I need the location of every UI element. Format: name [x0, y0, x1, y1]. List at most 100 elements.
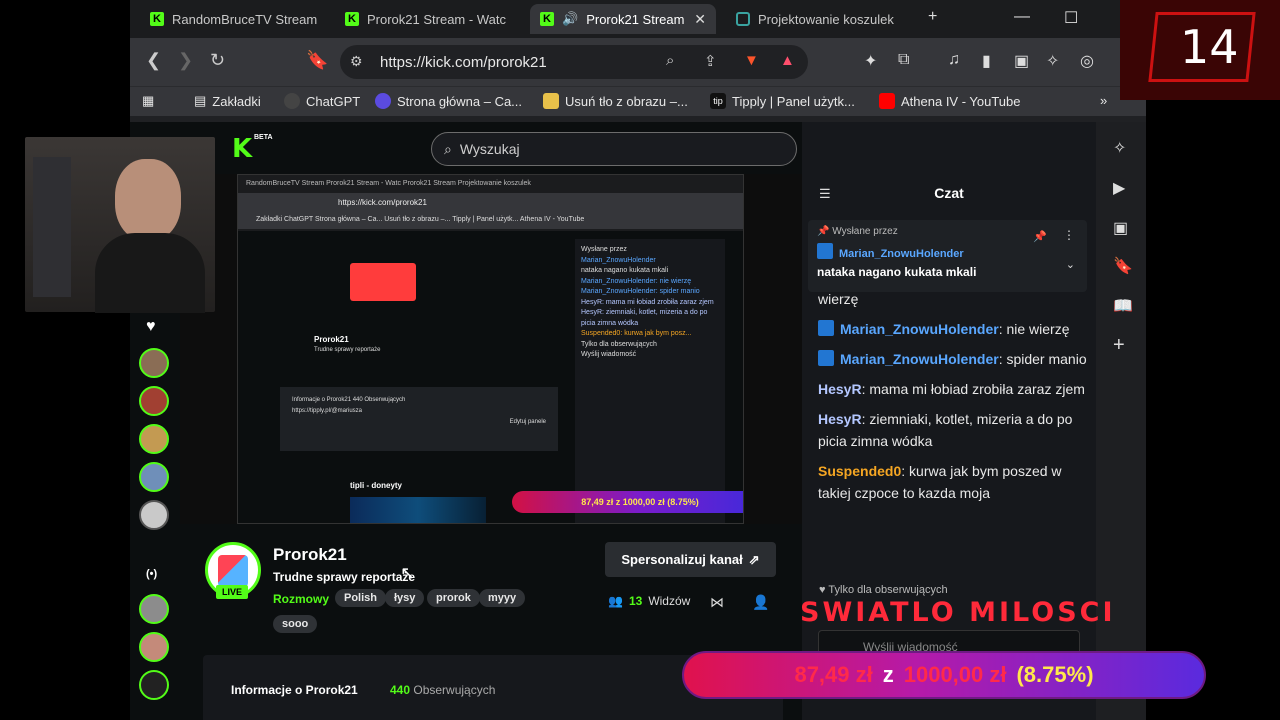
bookmark-removebg[interactable]: Usuń tło z obrazu –...: [543, 93, 688, 109]
stream-content: RandomBruceTV Stream Prorok21 Stream - W…: [237, 174, 744, 524]
inner-edit-panels: Edytuj panele: [509, 418, 546, 425]
category-link[interactable]: Rozmowy: [273, 592, 329, 606]
screenshot-icon[interactable]: ⧉: [898, 51, 909, 69]
inner-chat-line: nataka nagano kukata mkali: [581, 267, 669, 274]
tab-prorok-active[interactable]: K 🔊 Prorok21 Stream ✕: [530, 4, 716, 34]
inner-tipli-image: [350, 497, 486, 523]
inner-link: https://tipply.pl/@mariusza: [292, 407, 363, 414]
inner-goal-bar: 87,49 zł z 1000,00 zł (8.75%): [512, 491, 743, 513]
leo-icon[interactable]: ✧: [1046, 51, 1059, 71]
tab-koszulki[interactable]: Projektowanie koszulek: [726, 4, 906, 34]
site-settings-icon[interactable]: ⚙: [350, 53, 363, 70]
shirt-icon: [736, 12, 750, 26]
inner-about: Informacje o Prorok21 440 Obserwujących: [292, 397, 406, 403]
tag-chip[interactable]: łysy: [385, 589, 425, 607]
share-icon[interactable]: ⇪: [704, 52, 717, 70]
forward-icon[interactable]: ❯: [178, 50, 193, 71]
sponsor-channel-button[interactable]: Spersonalizuj kanał ⇗: [605, 542, 776, 577]
bookmark-youtube[interactable]: Athena IV - YouTube: [879, 93, 1021, 109]
followed-channel-avatar[interactable]: [139, 424, 169, 454]
back-icon[interactable]: ❮: [146, 50, 161, 71]
reload-icon[interactable]: ↻: [210, 50, 225, 71]
more-options-icon[interactable]: ⋮: [1063, 228, 1075, 242]
followers-number: 440: [390, 683, 411, 697]
tag-chip[interactable]: Polish: [335, 589, 387, 607]
reading-list-icon[interactable]: 📖: [1113, 296, 1133, 316]
pinned-author[interactable]: Marian_ZnowuHolender: [817, 243, 1078, 260]
more-bookmarks-icon[interactable]: »: [1100, 93, 1107, 108]
pinned-by-label: Wysłane przez: [832, 226, 898, 237]
tag-chip[interactable]: sooo: [273, 615, 318, 633]
chat-username[interactable]: HesyR: [818, 411, 862, 427]
sidebar-icon[interactable]: ▮: [982, 51, 991, 71]
heart-icon[interactable]: ♥: [146, 318, 156, 336]
zoom-icon[interactable]: ⌕: [666, 52, 674, 69]
donation-goal-bar: 87,49 zł z 1000,00 zł (8.75%): [682, 651, 1206, 699]
message-text: : mama mi łobiad zrobiła zaraz zjem: [861, 381, 1085, 397]
followed-channel-avatar[interactable]: [139, 500, 169, 530]
followed-channel-avatar[interactable]: [139, 462, 169, 492]
followers-count: 440 Obserwujących: [390, 683, 495, 697]
inner-chat-line: Wysłane przez: [581, 246, 627, 253]
bookmark-zakladki[interactable]: ▤ Zakładki: [194, 93, 261, 109]
pinned-message[interactable]: 📌 Wysłane przez Marian_ZnowuHolender nat…: [808, 220, 1087, 292]
followers-only-note: ♥ Tylko dla obserwujących: [819, 584, 948, 596]
wallet-icon[interactable]: ▣: [1014, 51, 1029, 71]
recommended-channel-avatar[interactable]: [139, 632, 169, 662]
video-icon[interactable]: ▶: [1113, 178, 1125, 198]
maximize-icon[interactable]: ☐: [1064, 8, 1078, 28]
kick-logo[interactable]: K: [232, 134, 252, 164]
tab-randombrucetv[interactable]: K RandomBruceTV Stream: [140, 4, 330, 34]
bookmark-tipply[interactable]: tip Tipply | Panel użytk...: [710, 93, 855, 109]
brave-rewards-icon[interactable]: ▲: [780, 52, 795, 69]
pin-icon: 📌: [817, 226, 833, 237]
vpn-icon[interactable]: ◎: [1080, 51, 1094, 71]
tag-chip[interactable]: prorok: [427, 589, 480, 607]
followers-label: Obserwujących: [413, 683, 496, 697]
share-icon[interactable]: ⋈: [710, 594, 724, 611]
inner-channel-title: Trudne sprawy reportaże: [314, 347, 381, 353]
inner-chat-line: Marian_ZnowuHolender: [581, 256, 656, 264]
removebg-icon: [543, 93, 559, 109]
badge-icon: [818, 320, 834, 336]
bookmarks-panel-icon[interactable]: 🔖: [1113, 256, 1133, 276]
channel-name[interactable]: Prorok21: [273, 545, 347, 565]
tab-label: Prorok21 Stream: [586, 11, 685, 27]
bookmark-canva[interactable]: Strona główna – Ca...: [375, 93, 522, 109]
bookmark-chatgpt[interactable]: ChatGPT: [284, 93, 360, 109]
new-tab-icon[interactable]: +: [928, 8, 937, 26]
chat-username[interactable]: Suspended0: [818, 463, 901, 479]
chat-username[interactable]: HesyR: [818, 381, 862, 397]
stream-number-overlay: 14: [1120, 0, 1280, 100]
chat-username[interactable]: Marian_ZnowuHolender: [840, 321, 999, 337]
recommended-channel-avatar[interactable]: [139, 670, 169, 700]
leo-ai-icon[interactable]: ✧: [1113, 138, 1126, 158]
apps-icon[interactable]: ▦: [142, 93, 154, 109]
inner-chat-line: HesyR: ziemniaki, kotlet, mizeria a do p…: [581, 309, 708, 327]
followed-channel-avatar[interactable]: [139, 348, 169, 378]
unpin-icon[interactable]: 📌: [1033, 230, 1047, 243]
follow-icon[interactable]: 👤: [752, 594, 769, 611]
wallet-icon[interactable]: ▣: [1113, 218, 1128, 238]
recommended-channel-avatar[interactable]: [139, 594, 169, 624]
chat-message: HesyR: mama mi łobiad zrobiła zaraz zjem: [818, 378, 1088, 400]
close-tab-icon[interactable]: ✕: [694, 11, 706, 28]
tag-chip[interactable]: myyy: [479, 589, 526, 607]
tab-prorok-watch[interactable]: K Prorok21 Stream - Watc: [335, 4, 525, 34]
add-panel-icon[interactable]: +: [1113, 334, 1125, 357]
music-icon[interactable]: ♫: [948, 51, 960, 69]
bookmark-icon[interactable]: 🔖: [306, 50, 328, 71]
extensions-icon[interactable]: ✦: [864, 51, 877, 71]
search-input[interactable]: ⌕ Wyszukaj: [431, 132, 797, 166]
chat-username[interactable]: Marian_ZnowuHolender: [840, 351, 999, 367]
brave-shield-icon[interactable]: ▼: [744, 52, 759, 69]
followed-channel-avatar[interactable]: [139, 386, 169, 416]
address-bar[interactable]: ⚙ https://kick.com/prorok21 ⌕ ⇪ ▼ ▲: [340, 45, 808, 79]
chevron-down-icon[interactable]: ⌄: [1066, 258, 1075, 271]
inner-bookmarks: Zakładki ChatGPT Strona główna – Ca... U…: [238, 213, 743, 229]
live-badge: LIVE: [216, 585, 248, 599]
inner-info-panel: Informacje o Prorok21 440 Obserwujących …: [280, 387, 558, 451]
external-link-icon: ⇗: [748, 551, 760, 567]
video-player[interactable]: RandomBruceTV Stream Prorok21 Stream - W…: [180, 174, 802, 524]
minimize-icon[interactable]: —: [1014, 8, 1030, 26]
